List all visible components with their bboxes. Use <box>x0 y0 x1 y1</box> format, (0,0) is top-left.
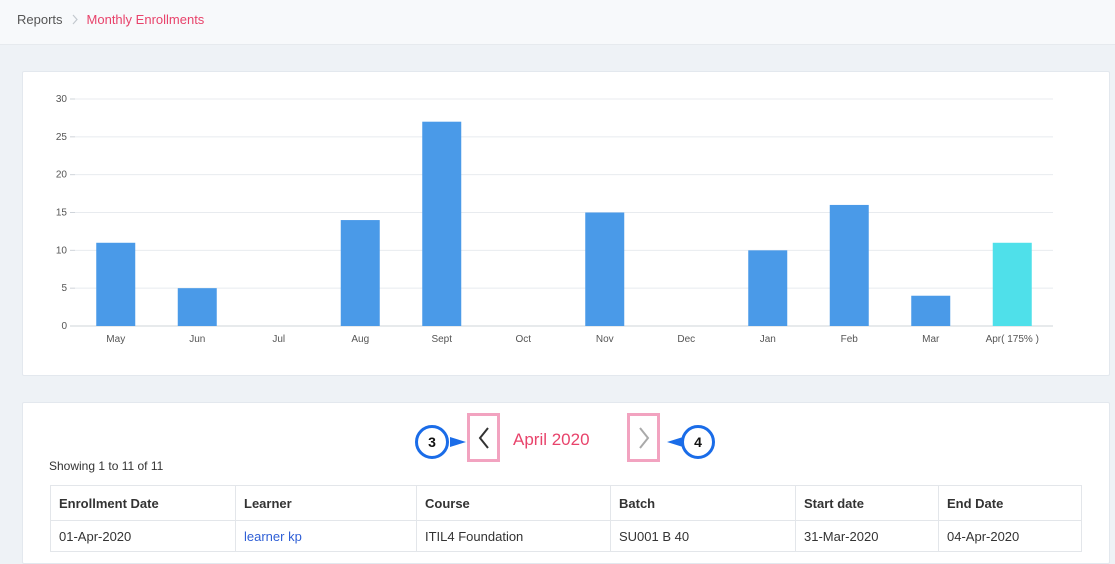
column-header[interactable]: Enrollment Date <box>50 485 236 521</box>
step-badge-4: 4 <box>681 425 715 459</box>
x-tick-label: Jan <box>760 334 776 345</box>
x-tick-label: Dec <box>677 334 695 345</box>
chevron-right-icon <box>638 426 649 449</box>
y-tick-label: 5 <box>61 283 67 294</box>
enrollment-table: Enrollment Date Learner Course Batch Sta… <box>50 485 1082 552</box>
current-month-label: April 2020 <box>513 430 590 449</box>
breadcrumb-current: Monthly Enrollments <box>86 12 205 27</box>
month-navigation: 3 April 2020 4 <box>23 403 1109 473</box>
x-tick-label: Aug <box>351 334 369 345</box>
x-tick-label: Apr( 175% ) <box>986 334 1039 345</box>
x-tick-label: Feb <box>841 334 859 345</box>
y-tick-label: 20 <box>56 170 68 181</box>
bar <box>422 121 462 326</box>
enrollment-bar-chart: 0 5 10 15 20 25 30 May Jun Jul Aug Sept Oct Nov Dec Jan… <box>56 94 1053 345</box>
y-tick-label: 30 <box>56 94 68 105</box>
bar <box>340 220 380 326</box>
bar <box>177 288 217 326</box>
x-tick-label: Oct <box>515 334 531 345</box>
y-tick-label: 25 <box>56 132 68 143</box>
x-tick-label: Jun <box>189 334 205 345</box>
chevron-left-icon <box>478 426 489 449</box>
x-tick-label: Nov <box>596 334 614 345</box>
bar <box>96 242 136 326</box>
bar <box>585 212 625 326</box>
breadcrumb-reports[interactable]: Reports <box>17 12 63 27</box>
top-bar: Reports Monthly Enrollments <box>0 0 1115 45</box>
learner-link[interactable]: learner kp <box>244 529 302 544</box>
callout-arrow-icon <box>450 437 466 447</box>
bar <box>748 250 788 326</box>
x-tick-label: Sept <box>431 334 452 345</box>
x-tick-label: May <box>106 334 125 345</box>
y-tick-label: 15 <box>56 208 68 219</box>
x-tick-label: Mar <box>922 334 940 345</box>
y-tick-label: 0 <box>61 321 67 332</box>
breadcrumb: Reports Monthly Enrollments <box>17 12 204 27</box>
chevron-right-icon <box>72 14 78 25</box>
step-badge-3: 3 <box>415 425 449 459</box>
column-header[interactable]: Course <box>416 485 611 521</box>
bar <box>911 295 951 326</box>
bar <box>829 204 869 326</box>
previous-month-button[interactable] <box>467 413 500 462</box>
x-tick-label: Jul <box>272 334 285 345</box>
enrollment-chart-card: 0 5 10 15 20 25 30 May Jun Jul Aug Sept Oct Nov Dec Jan… <box>22 71 1110 376</box>
bar <box>992 242 1032 326</box>
enrollment-table-card: 3 April 2020 4 Showing 1 to 11 of 11 Enr… <box>22 402 1110 564</box>
column-header[interactable]: Batch <box>610 485 796 521</box>
column-header[interactable]: Start date <box>795 485 939 521</box>
column-header[interactable]: Learner <box>235 485 417 521</box>
table-header-row: Enrollment Date Learner Course Batch Sta… <box>50 485 1082 521</box>
showing-count: Showing 1 to 11 of 11 <box>49 459 164 473</box>
next-month-button[interactable] <box>627 413 660 462</box>
y-tick-label: 10 <box>56 245 68 256</box>
column-header[interactable]: End Date <box>938 485 1082 521</box>
